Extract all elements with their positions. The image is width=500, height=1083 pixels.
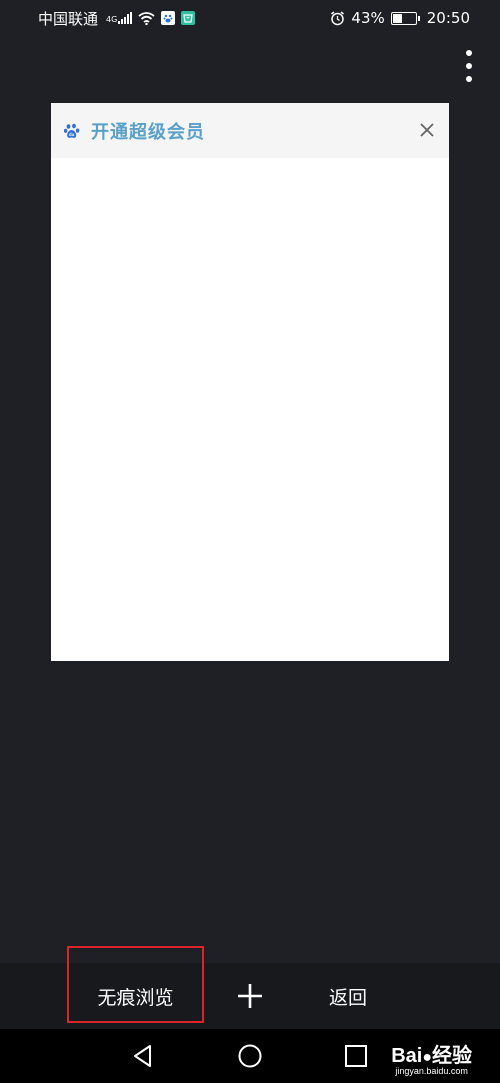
more-options-button[interactable] — [460, 48, 478, 84]
status-bar: 中国联通 4G 43% 20:50 — [0, 0, 500, 36]
back-triangle-icon[interactable] — [130, 1043, 156, 1069]
close-icon[interactable] — [419, 122, 435, 138]
watermark-brand: Bai — [391, 1045, 423, 1067]
status-left: 中国联通 4G — [38, 8, 196, 29]
carrier-label: 中国联通 — [38, 9, 99, 28]
watermark-url: jingyan.baidu.com — [395, 1066, 468, 1076]
tab-title: 开通超级会员 — [91, 121, 205, 143]
back-button[interactable]: 返回 — [310, 963, 386, 1029]
battery-icon — [390, 11, 420, 25]
baidu-app-icon — [161, 11, 176, 25]
tab-header[interactable]: du 开通超级会员 — [51, 103, 449, 158]
signal-icon — [118, 12, 133, 24]
back-label: 返回 — [328, 986, 367, 1009]
baidu-jingyan-watermark: Bai●经验 jingyan.baidu.com — [391, 1039, 472, 1076]
system-nav-bar: Bai●经验 jingyan.baidu.com — [0, 1029, 500, 1083]
wifi-icon — [138, 11, 155, 25]
network-type-label: 4G — [106, 15, 118, 24]
more-dot-icon — [466, 76, 472, 82]
tab-preview[interactable] — [51, 158, 449, 661]
bottom-toolbar: 无痕浏览 返回 — [0, 946, 500, 1029]
more-dot-icon — [466, 50, 472, 56]
new-tab-button[interactable] — [222, 963, 278, 1029]
shop-app-icon — [181, 11, 196, 25]
clock-time: 20:50 — [426, 9, 470, 27]
alarm-icon — [331, 10, 345, 25]
recents-square-icon[interactable] — [343, 1043, 369, 1069]
battery-percent: 43% — [351, 9, 385, 27]
watermark-brand-suffix: 经验 — [432, 1045, 472, 1067]
plus-icon — [238, 984, 262, 1008]
paw-icon: ● — [422, 1049, 432, 1066]
home-circle-icon[interactable] — [237, 1043, 263, 1069]
status-right: 43% 20:50 — [330, 9, 470, 27]
highlight-box — [67, 946, 204, 1023]
tab-card[interactable]: du 开通超级会员 — [51, 103, 449, 661]
baidu-paw-icon: du — [63, 123, 80, 138]
svg-text:du: du — [69, 132, 75, 137]
watermark-logo: Bai●经验 — [391, 1039, 472, 1068]
more-dot-icon — [466, 63, 472, 69]
network-type: 4G — [104, 12, 133, 24]
